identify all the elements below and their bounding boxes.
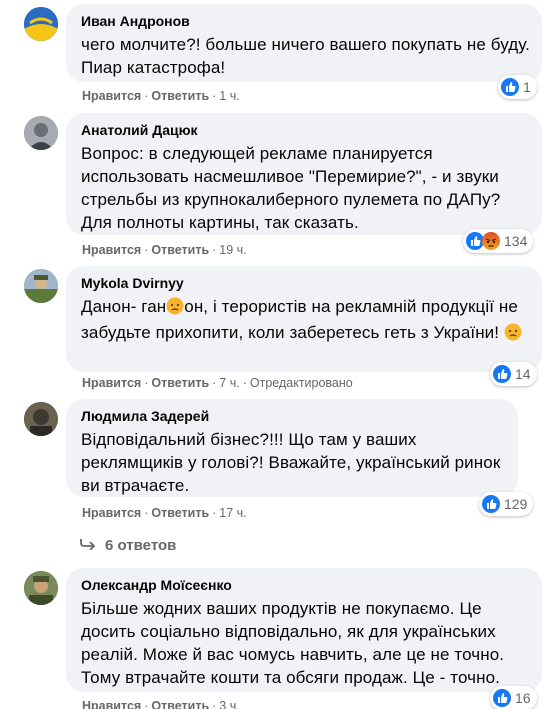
comment-author[interactable]: Анатолий Дацюк	[81, 121, 530, 139]
reactions-summary[interactable]: 14	[490, 362, 537, 386]
reply-button[interactable]: Ответить	[151, 89, 209, 103]
avatar[interactable]	[24, 402, 58, 436]
comment-text: Данон- ган он, і терористів на рекламній …	[81, 295, 530, 347]
comment-bubble: Анатолий Дацюк Вопрос: в следующей рекла…	[66, 113, 542, 235]
comment-actions: Нравится · Ответить · 17 ч.	[82, 506, 247, 520]
comment-author[interactable]: Иван Андронов	[81, 12, 530, 30]
like-button[interactable]: Нравится	[82, 506, 141, 520]
edited-label: Отредактировано	[249, 376, 353, 390]
like-button[interactable]: Нравится	[82, 699, 141, 709]
reply-button[interactable]: Ответить	[151, 506, 209, 520]
reply-arrow-icon	[80, 537, 96, 554]
comment-actions: Нравится · Ответить · 19 ч.	[82, 243, 247, 257]
like-icon	[501, 78, 519, 96]
comment-bubble: Mykola Dvirnyy Данон- ган он, і терористі…	[66, 266, 542, 372]
like-icon	[493, 365, 511, 383]
reply-button[interactable]: Ответить	[151, 376, 209, 390]
view-replies-link[interactable]: 6 ответов	[80, 537, 176, 554]
reactions-summary[interactable]: 134	[463, 229, 534, 253]
like-button[interactable]: Нравится	[82, 89, 141, 103]
reaction-count: 129	[504, 496, 528, 512]
comment-text: Вопрос: в следующей рекламе планируется …	[81, 144, 501, 232]
reaction-count: 1	[523, 79, 531, 95]
reply-button[interactable]: Ответить	[151, 243, 209, 257]
comment-actions: Нравится · Ответить · 3 ч.	[82, 699, 240, 709]
avatar[interactable]	[24, 571, 58, 605]
timestamp[interactable]: 1 ч.	[219, 89, 239, 103]
comment-author[interactable]: Олександр Моїсеєнко	[81, 576, 530, 594]
comment-text: Відповідальний бізнес?!!! Що там у ваших…	[81, 430, 501, 495]
angry-face-icon	[166, 297, 184, 321]
angry-icon	[482, 232, 500, 250]
angry-face-icon	[504, 323, 522, 347]
reactions-summary[interactable]: 16	[490, 686, 537, 709]
timestamp[interactable]: 17 ч.	[219, 506, 246, 520]
timestamp[interactable]: 7 ч.	[219, 376, 239, 390]
reaction-count: 134	[504, 233, 528, 249]
reaction-count: 14	[515, 366, 531, 382]
avatar[interactable]	[24, 269, 58, 303]
reply-button[interactable]: Ответить	[151, 699, 209, 709]
comment-bubble: Людмила Задерей Відповідальний бізнес?!!…	[66, 399, 518, 497]
comment-actions: Нравится · Ответить · 7 ч. · Отредактировано	[82, 376, 353, 390]
replies-count: 6 ответов	[105, 537, 177, 554]
comment-bubble: Иван Андронов чего молчите?! больше ниче…	[66, 4, 542, 82]
timestamp[interactable]: 19 ч.	[219, 243, 246, 257]
reaction-count: 16	[515, 690, 531, 706]
comment-text-part: Данон- ган	[81, 297, 167, 316]
comment-actions: Нравится · Ответить · 1 ч.	[82, 89, 240, 103]
reactions-summary[interactable]: 1	[498, 75, 537, 99]
timestamp[interactable]: 3 ч.	[219, 699, 239, 709]
avatar[interactable]	[24, 116, 58, 150]
avatar[interactable]	[24, 7, 58, 41]
comment-author[interactable]: Mykola Dvirnyy	[81, 274, 530, 292]
comment-author[interactable]: Людмила Задерей	[81, 407, 506, 425]
like-icon	[493, 689, 511, 707]
comment-bubble: Олександр Моїсеєнко Більше жодних ваших …	[66, 568, 542, 692]
like-icon	[482, 495, 500, 513]
like-button[interactable]: Нравится	[82, 243, 141, 257]
like-button[interactable]: Нравится	[82, 376, 141, 390]
comment-text: чего молчите?! больше ничего вашего поку…	[81, 35, 530, 77]
comment-text: Більше жодних ваших продуктів не покупає…	[81, 599, 505, 687]
reactions-summary[interactable]: 129	[479, 492, 534, 516]
